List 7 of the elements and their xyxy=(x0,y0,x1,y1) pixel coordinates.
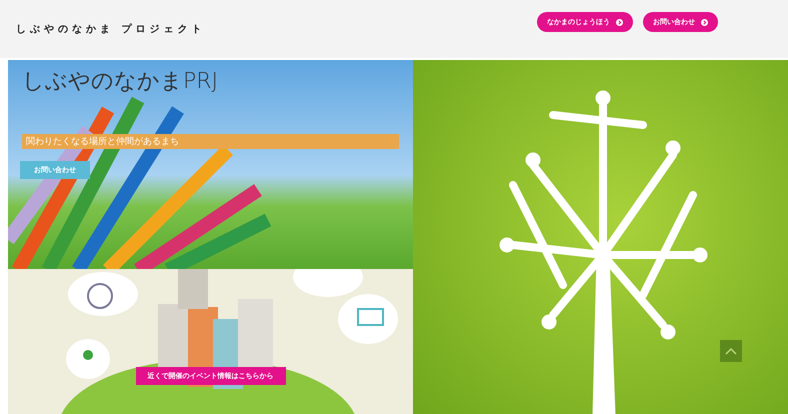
site-logo[interactable]: しぶやのなかま プロジェクト xyxy=(16,22,206,36)
hero-title: しぶやのなかまPRJ xyxy=(21,68,220,96)
chevron-up-icon xyxy=(725,347,737,355)
arrow-circle-icon xyxy=(616,18,623,26)
scroll-top-button[interactable] xyxy=(720,340,742,362)
hero-tagline: 関わりたくなる場所と仲間があるまち xyxy=(22,134,399,149)
arrow-circle-icon xyxy=(701,18,708,26)
